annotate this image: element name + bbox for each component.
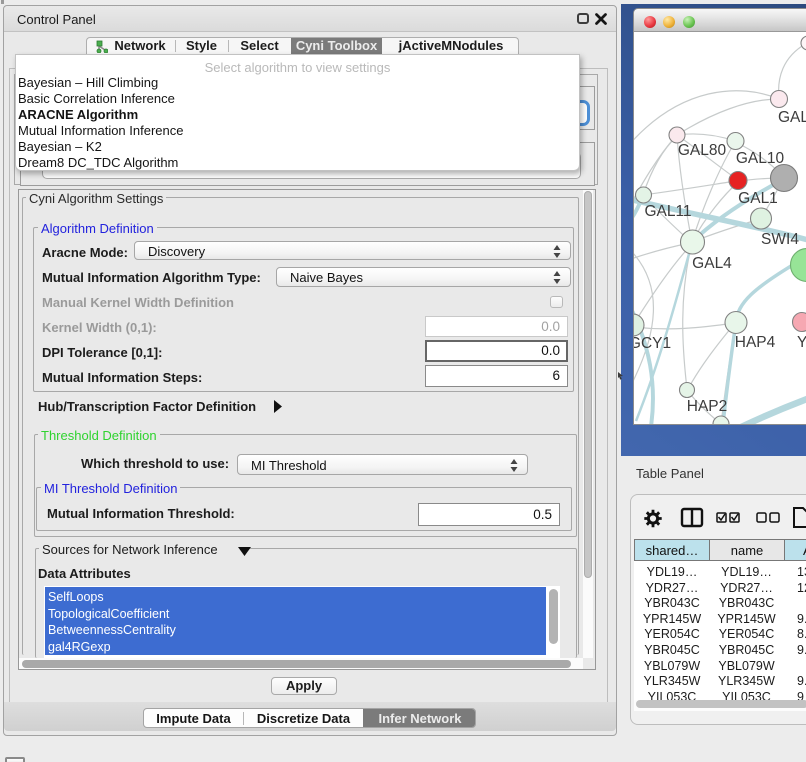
svg-text:GAL10: GAL10	[736, 150, 785, 167]
svg-text:GAL11: GAL11	[644, 203, 691, 220]
svg-text:SWI4: SWI4	[761, 231, 799, 248]
svg-text:GAL7: GAL7	[778, 109, 806, 126]
svg-text:GCY1: GCY1	[634, 335, 671, 352]
svg-text:HAP2: HAP2	[687, 398, 728, 415]
svg-text:HAP4: HAP4	[735, 334, 776, 351]
svg-text:GAL80: GAL80	[678, 142, 727, 159]
svg-text:YJ: YJ	[797, 334, 806, 351]
svg-text:GAL1: GAL1	[738, 190, 778, 207]
svg-text:GAL4: GAL4	[692, 255, 732, 272]
